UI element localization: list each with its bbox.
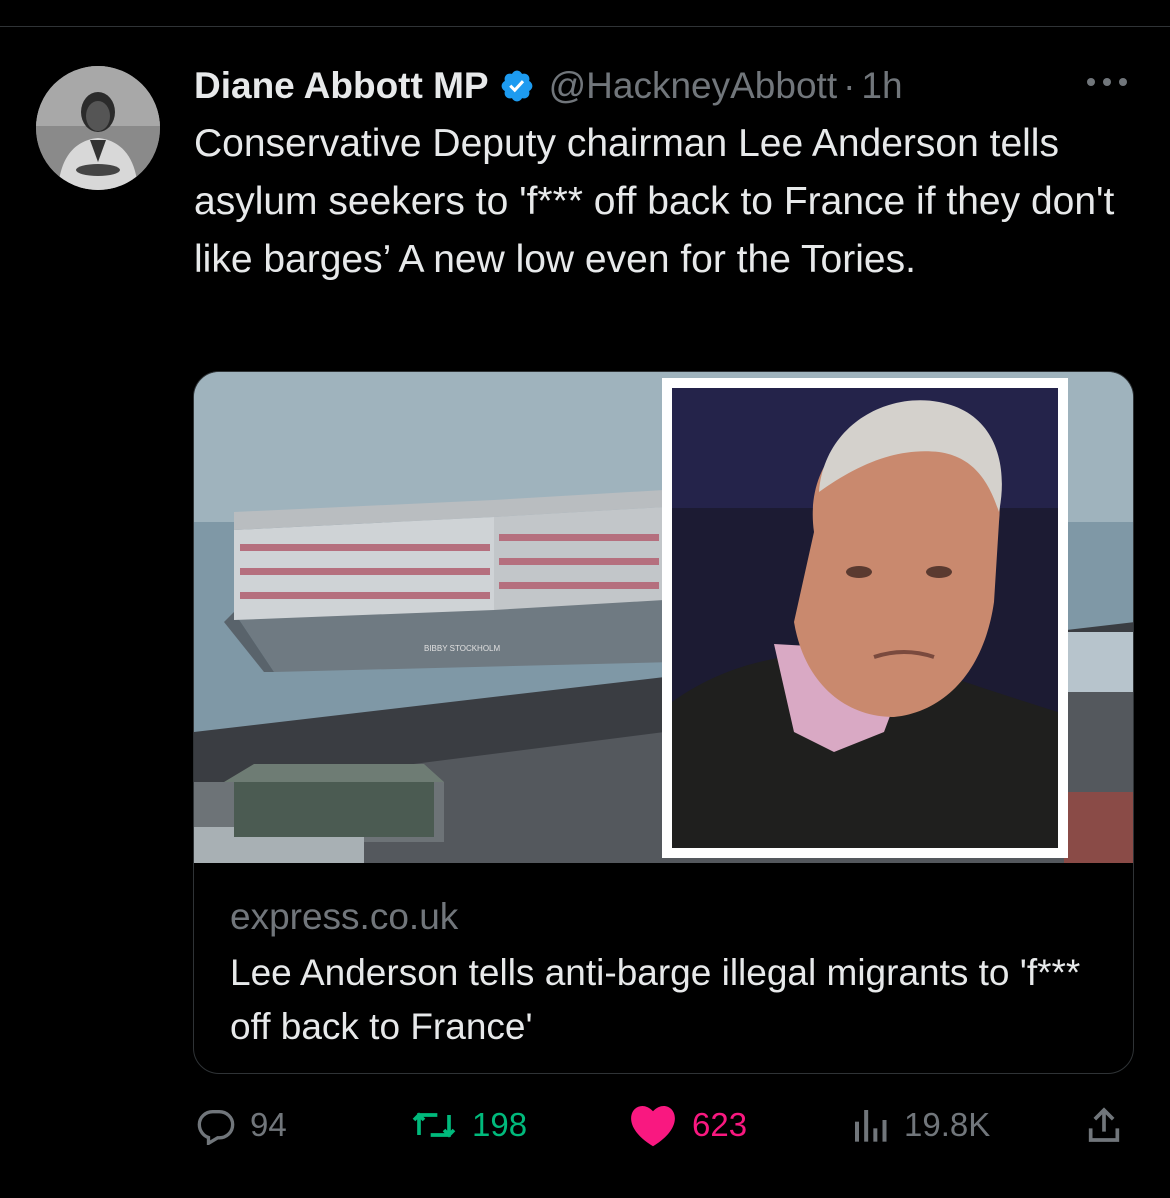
author-display-name[interactable]: Diane Abbott MP xyxy=(194,65,489,107)
reply-button[interactable]: 94 xyxy=(196,1100,287,1150)
top-divider xyxy=(0,26,1170,27)
like-icon xyxy=(631,1105,675,1147)
avatar[interactable] xyxy=(36,66,160,190)
separator-dot: · xyxy=(843,65,856,106)
tweet-header: Diane Abbott MP @HackneyAbbott · 1h xyxy=(194,58,903,114)
author-handle[interactable]: @HackneyAbbott xyxy=(549,65,837,107)
verified-badge-icon[interactable] xyxy=(499,68,535,104)
action-bar: 94 198 623 19.8K xyxy=(0,1100,1170,1150)
share-button[interactable] xyxy=(1084,1100,1124,1150)
like-count: 623 xyxy=(692,1106,748,1143)
share-icon xyxy=(1088,1107,1120,1142)
card-domain: express.co.uk xyxy=(230,896,459,937)
more-icon[interactable] xyxy=(1084,70,1130,94)
card-title: Lee Anderson tells anti-barge illegal mi… xyxy=(230,952,1081,1047)
card-meta: express.co.uk Lee Anderson tells anti-ba… xyxy=(230,894,1110,1054)
retweet-button[interactable]: 198 xyxy=(410,1100,527,1150)
barge-label: BIBBY STOCKHOLM xyxy=(424,644,501,653)
like-button[interactable]: 623 xyxy=(628,1100,747,1150)
reply-icon xyxy=(197,1110,235,1145)
card-image: BIBBY STOCKHOLM xyxy=(194,372,1133,863)
retweet-count: 198 xyxy=(472,1106,528,1143)
views-icon xyxy=(855,1110,887,1142)
views-count: 19.8K xyxy=(904,1106,991,1143)
tweet-text: Conservative Deputy chairman Lee Anderso… xyxy=(194,122,1115,281)
tweet-timestamp[interactable]: 1h xyxy=(861,65,902,107)
views-button[interactable]: 19.8K xyxy=(850,1100,990,1150)
reply-count: 94 xyxy=(250,1106,287,1143)
retweet-icon xyxy=(412,1112,456,1138)
link-card[interactable]: BIBBY STOCKHOLM express.co.uk Lee Anders… xyxy=(193,371,1134,1074)
